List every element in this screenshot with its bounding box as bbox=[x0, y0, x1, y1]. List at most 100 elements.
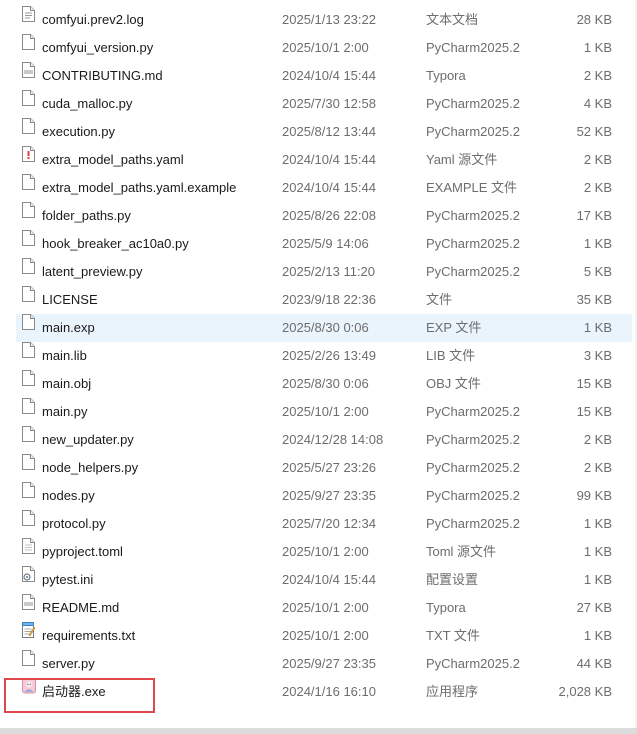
markdown-file-icon bbox=[22, 62, 35, 90]
file-size: 2 KB bbox=[583, 180, 612, 195]
file-name: requirements.txt bbox=[42, 628, 136, 643]
file-row[interactable]: folder_paths.py 2025/8/26 22:08 PyCharm202… bbox=[16, 202, 632, 230]
file-row[interactable]: node_helpers.py 2025/5/27 23:26 PyCharm202… bbox=[16, 454, 632, 482]
file-modified-date: 2025/2/13 11:20 bbox=[282, 264, 376, 279]
file-size: 1 KB bbox=[583, 544, 612, 559]
file-row[interactable]: CONTRIBUTING.md 2024/10/4 15:44 Typora 2 KB bbox=[16, 62, 632, 90]
file-name: main.exp bbox=[42, 320, 95, 335]
file-row[interactable]: 启动器.exe 2024/1/16 16:10 应用程序 2,028 KB bbox=[16, 678, 632, 706]
file-modified-date: 2024/10/4 15:44 bbox=[282, 572, 376, 587]
file-size: 2 KB bbox=[583, 460, 612, 475]
file-modified-date: 2025/8/26 22:08 bbox=[282, 208, 376, 223]
file-name: hook_breaker_ac10a0.py bbox=[42, 236, 189, 251]
file-type: PyCharm2025.2 bbox=[426, 516, 520, 531]
file-size: 2 KB bbox=[583, 68, 612, 83]
file-list: comfyui.prev2.log 2025/1/13 23:22 文本文档 28 K… bbox=[0, 6, 637, 706]
file-type: PyCharm2025.2 bbox=[426, 124, 520, 139]
file-row[interactable]: nodes.py 2025/9/27 23:35 PyCharm2025.2 99 K… bbox=[16, 482, 632, 510]
python-file-icon bbox=[22, 650, 35, 678]
file-modified-date: 2025/5/27 23:26 bbox=[282, 460, 376, 475]
file-type: PyCharm2025.2 bbox=[426, 236, 520, 251]
file-row[interactable]: main.obj 2025/8/30 0:06 OBJ 文件 15 KB bbox=[16, 370, 632, 398]
file-name: README.md bbox=[42, 600, 120, 615]
file-name: nodes.py bbox=[42, 488, 95, 503]
file-type: Yaml 源文件 bbox=[426, 152, 498, 167]
file-row[interactable]: main.lib 2025/2/26 13:49 LIB 文件 3 KB bbox=[16, 342, 632, 370]
file-row[interactable]: server.py 2025/9/27 23:35 PyCharm2025.2 44 … bbox=[16, 650, 632, 678]
file-row[interactable]: main.exp 2025/8/30 0:06 EXP 文件 1 KB bbox=[16, 314, 632, 342]
file-type: OBJ 文件 bbox=[426, 376, 481, 391]
file-size: 1 KB bbox=[583, 236, 612, 251]
file-size: 1 KB bbox=[583, 628, 612, 643]
file-type: 应用程序 bbox=[426, 684, 479, 699]
file-type: Typora bbox=[426, 600, 466, 615]
file-row[interactable]: main.py 2025/10/1 2:00 PyCharm2025.2 15 KB bbox=[16, 398, 632, 426]
file-size: 2,028 KB bbox=[558, 684, 613, 699]
yaml-file-icon bbox=[22, 146, 35, 174]
python-file-icon bbox=[22, 90, 35, 118]
file-size: 44 KB bbox=[576, 656, 612, 671]
file-row[interactable]: latent_preview.py 2025/2/13 11:20 PyCharm2… bbox=[16, 258, 632, 286]
file-row[interactable]: comfyui.prev2.log 2025/1/13 23:22 文本文档 28 K… bbox=[16, 6, 632, 34]
python-file-icon bbox=[22, 510, 35, 538]
file-type: 文本文档 bbox=[426, 12, 479, 27]
file-type: Typora bbox=[426, 68, 466, 83]
file-type: Toml 源文件 bbox=[426, 544, 497, 559]
python-file-icon bbox=[22, 454, 35, 482]
file-modified-date: 2025/8/30 0:06 bbox=[282, 376, 369, 391]
file-row[interactable]: execution.py 2025/8/12 13:44 PyCharm2025.2… bbox=[16, 118, 632, 146]
app-exe-icon bbox=[22, 678, 36, 706]
file-row[interactable]: pytest.ini 2024/10/4 15:44 配置设置 1 KB bbox=[16, 566, 632, 594]
file-row[interactable]: hook_breaker_ac10a0.py 2025/5/9 14:06 PyCh… bbox=[16, 230, 632, 258]
file-row[interactable]: protocol.py 2025/7/20 12:34 PyCharm2025.2 1… bbox=[16, 510, 632, 538]
file-size: 17 KB bbox=[576, 208, 612, 223]
file-size: 99 KB bbox=[576, 488, 612, 503]
file-type: PyCharm2025.2 bbox=[426, 40, 520, 55]
toml-file-icon bbox=[22, 538, 35, 566]
horizontal-scrollbar[interactable] bbox=[0, 728, 637, 734]
file-row[interactable]: new_updater.py 2024/12/28 14:08 PyCharm202… bbox=[16, 426, 632, 454]
file-type: 配置设置 bbox=[426, 572, 479, 587]
file-row[interactable]: comfyui_version.py 2025/10/1 2:00 PyCharm2… bbox=[16, 34, 632, 62]
python-file-icon bbox=[22, 398, 35, 426]
generic-file-icon bbox=[22, 286, 35, 314]
file-type: PyCharm2025.2 bbox=[426, 460, 520, 475]
python-file-icon bbox=[22, 426, 35, 454]
file-type: PyCharm2025.2 bbox=[426, 208, 520, 223]
file-row[interactable]: README.md 2025/10/1 2:00 Typora 27 KB bbox=[16, 594, 632, 622]
generic-file-icon bbox=[22, 370, 35, 398]
file-size: 15 KB bbox=[576, 404, 612, 419]
file-name: server.py bbox=[42, 656, 95, 671]
file-type: PyCharm2025.2 bbox=[426, 264, 520, 279]
file-name: CONTRIBUTING.md bbox=[42, 68, 163, 83]
file-modified-date: 2025/10/1 2:00 bbox=[282, 404, 369, 419]
file-size: 52 KB bbox=[576, 124, 612, 139]
file-size: 15 KB bbox=[576, 376, 612, 391]
file-type: EXAMPLE 文件 bbox=[426, 180, 518, 195]
file-size: 2 KB bbox=[583, 152, 612, 167]
python-file-icon bbox=[22, 482, 35, 510]
file-row[interactable]: extra_model_paths.yaml.example 2024/10/4 … bbox=[16, 174, 632, 202]
file-modified-date: 2025/7/30 12:58 bbox=[282, 96, 376, 111]
file-row[interactable]: cuda_malloc.py 2025/7/30 12:58 PyCharm2025… bbox=[16, 90, 632, 118]
file-type: PyCharm2025.2 bbox=[426, 96, 520, 111]
file-size: 4 KB bbox=[583, 96, 612, 111]
file-row[interactable]: requirements.txt 2025/10/1 2:00 TXT 文件 1 KB bbox=[16, 622, 632, 650]
file-modified-date: 2025/9/27 23:35 bbox=[282, 656, 376, 671]
file-modified-date: 2024/10/4 15:44 bbox=[282, 68, 376, 83]
file-modified-date: 2025/9/27 23:35 bbox=[282, 488, 376, 503]
markdown-file-icon bbox=[22, 594, 35, 622]
file-type: 文件 bbox=[426, 292, 453, 307]
python-file-icon bbox=[22, 230, 35, 258]
file-size: 35 KB bbox=[576, 292, 612, 307]
python-file-icon bbox=[22, 202, 35, 230]
file-row[interactable]: LICENSE 2023/9/18 22:36 文件 35 KB bbox=[16, 286, 632, 314]
file-row[interactable]: extra_model_paths.yaml 2024/10/4 15:44 Yam… bbox=[16, 146, 632, 174]
file-name: pytest.ini bbox=[42, 572, 94, 587]
file-type: LIB 文件 bbox=[426, 348, 476, 363]
file-modified-date: 2025/2/26 13:49 bbox=[282, 348, 376, 363]
generic-file-icon bbox=[22, 314, 35, 342]
file-modified-date: 2025/10/1 2:00 bbox=[282, 40, 369, 55]
file-row[interactable]: pyproject.toml 2025/10/1 2:00 Toml 源文件 1 KB bbox=[16, 538, 632, 566]
file-size: 5 KB bbox=[583, 264, 612, 279]
